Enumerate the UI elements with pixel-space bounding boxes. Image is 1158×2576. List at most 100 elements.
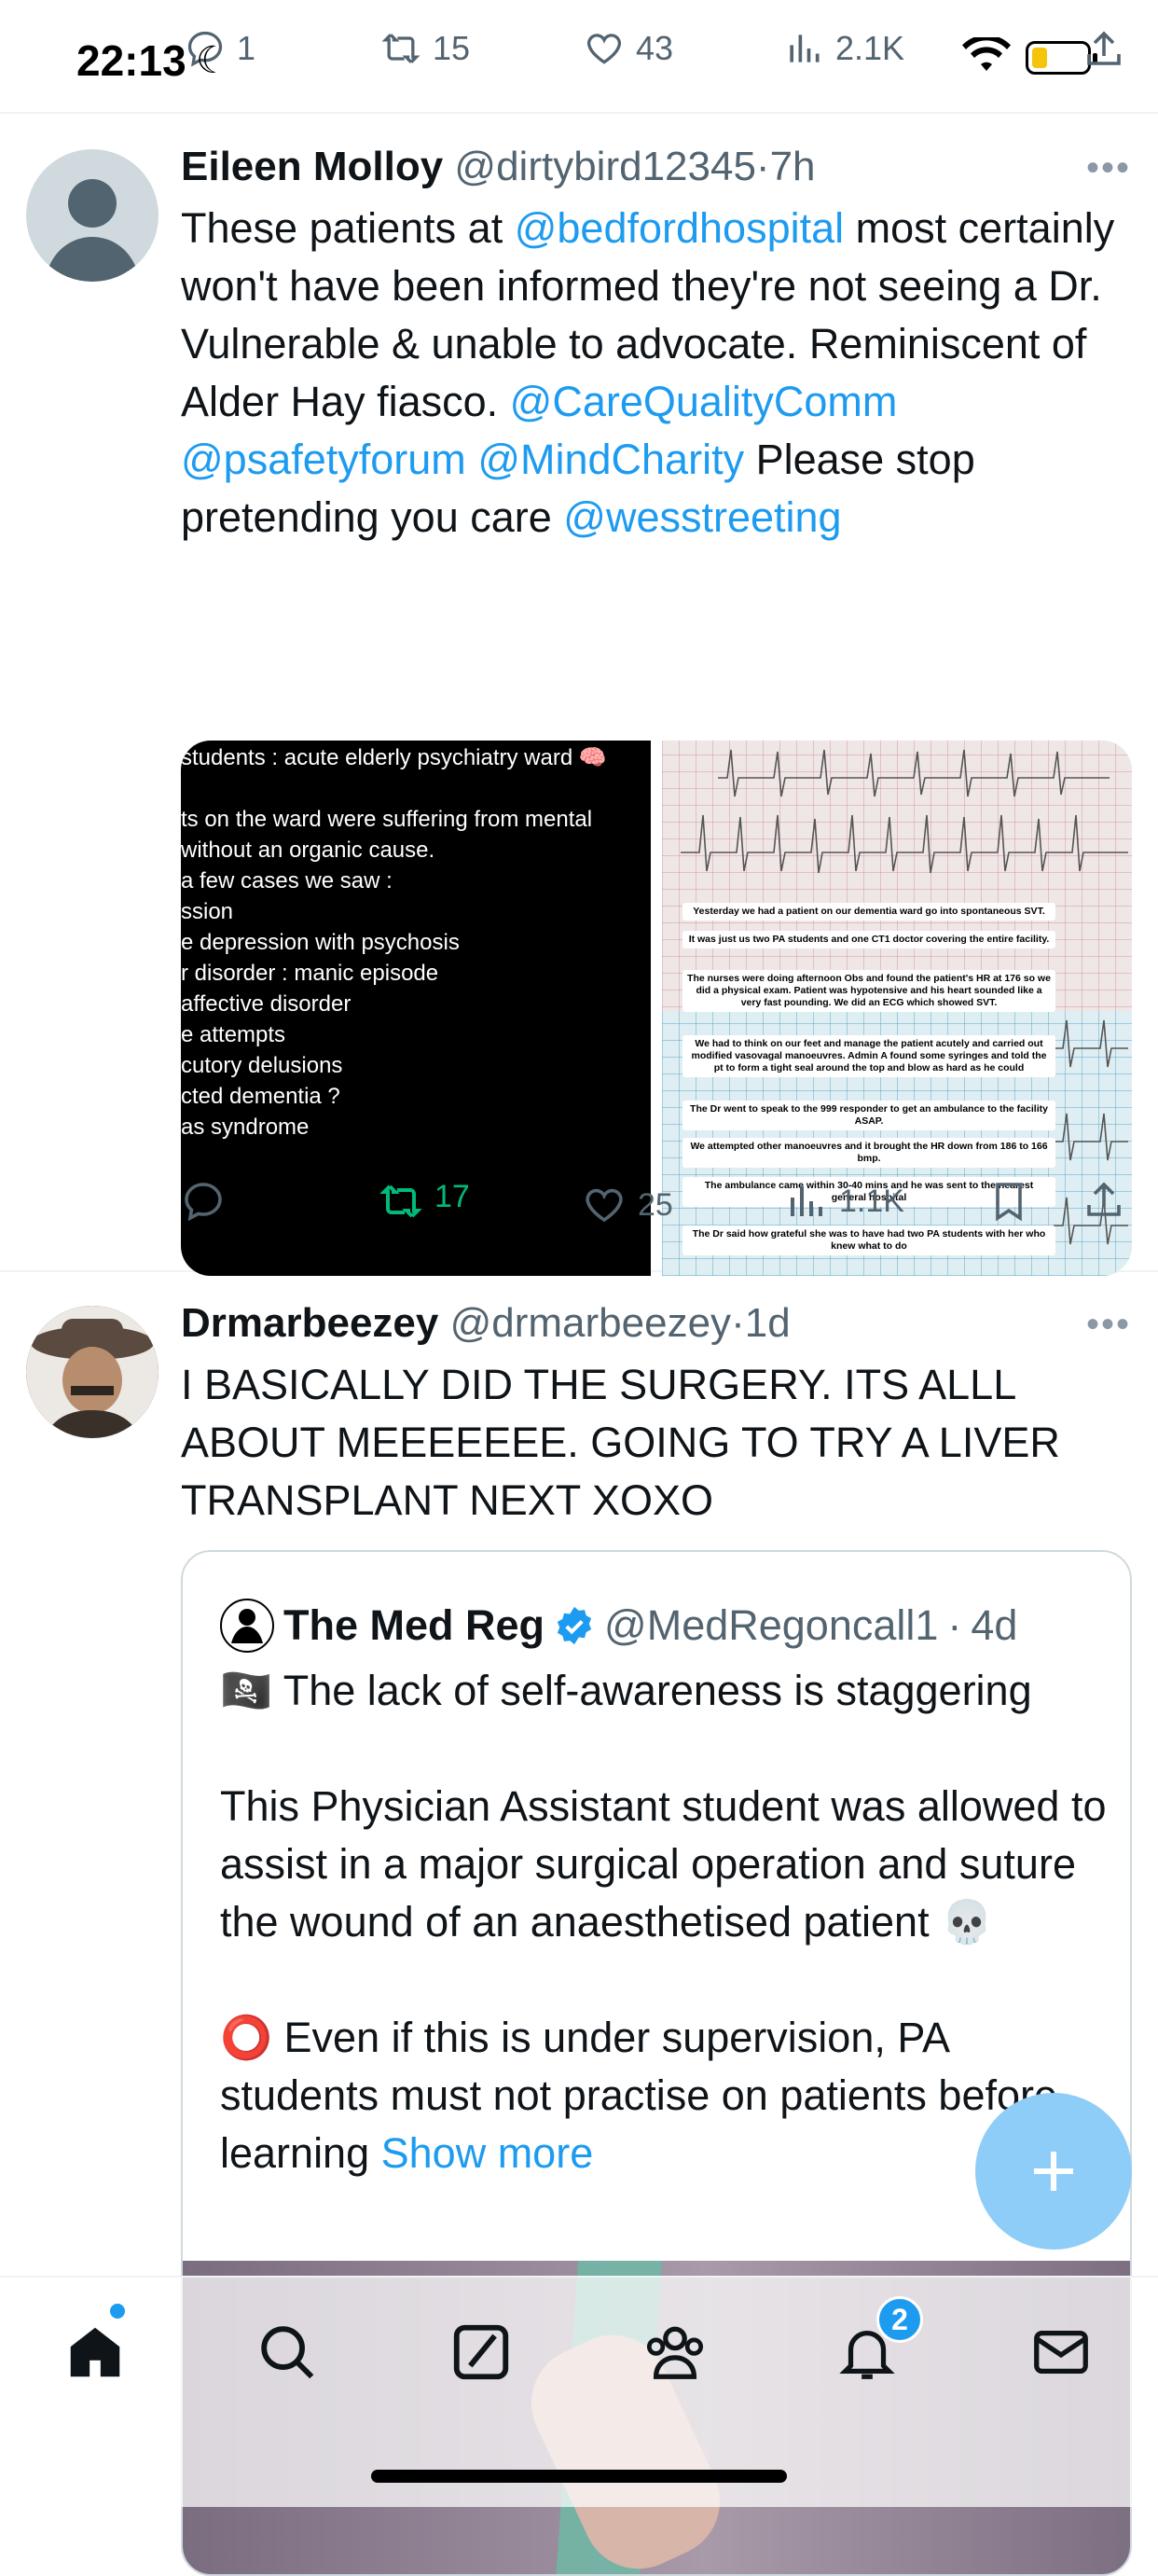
reply-icon: [185, 1183, 222, 1222]
default-avatar-icon: [45, 179, 140, 282]
prev-retweet-count: 15: [433, 29, 471, 67]
tab-messages[interactable]: [1024, 2315, 1098, 2389]
mention-link[interactable]: @bedfordhospital: [515, 204, 844, 252]
heart-icon: [586, 1188, 623, 1223]
prev-views-action[interactable]: 2.1K: [783, 28, 904, 69]
display-name[interactable]: Eileen Molloy: [181, 144, 443, 189]
image-text-line: without an organic cause.: [181, 838, 435, 863]
prev-views-count: 2.1K: [835, 29, 905, 67]
like-button[interactable]: 25: [582, 1183, 673, 1227]
prev-reply-count: 1: [237, 29, 256, 67]
quoted-display-name[interactable]: The Med Reg: [283, 1601, 545, 1650]
reply-button[interactable]: [181, 1179, 237, 1224]
views-icon: [791, 1186, 822, 1216]
share-icon: [1087, 1182, 1121, 1216]
share-button[interactable]: [1082, 1179, 1126, 1224]
quoted-tweet-header: The Med Reg @MedRegoncall1 · 4d: [220, 1599, 1017, 1653]
show-more-link[interactable]: Show more: [381, 2129, 594, 2177]
views-count: 1.1K: [839, 1183, 904, 1219]
tweet-time[interactable]: 7h: [770, 144, 816, 189]
tab-search[interactable]: [250, 2315, 324, 2389]
separator-dot: ·: [755, 144, 770, 189]
tab-grok[interactable]: [444, 2315, 518, 2389]
quoted-tweet-time[interactable]: 4d: [971, 1601, 1017, 1650]
retweet-count: 17: [434, 1178, 470, 1214]
image-text-line: ssion: [181, 899, 234, 924]
more-options-icon[interactable]: •••: [1086, 1304, 1131, 1346]
image-text-line: e attempts: [181, 1022, 286, 1047]
views-button[interactable]: 1.1K: [783, 1179, 904, 1224]
quoted-line-1: 🏴‍☠️ The lack of self-awareness is stagg…: [220, 1667, 1032, 1714]
prev-like-count: 43: [636, 29, 674, 67]
quoted-user-handle[interactable]: @MedRegoncall1: [604, 1601, 938, 1650]
share-icon[interactable]: [1082, 28, 1126, 73]
retweet-button[interactable]: 17: [379, 1170, 470, 1224]
grok-icon: [453, 2324, 509, 2380]
moon-icon: ☾: [196, 40, 229, 81]
separator-dot: ·: [731, 1300, 745, 1346]
mention-link[interactable]: @MindCharity: [477, 436, 744, 483]
tab-communities[interactable]: [638, 2315, 712, 2389]
status-time: 22:13: [76, 36, 186, 85]
compose-fab-button[interactable]: [975, 2093, 1132, 2250]
bookmark-button[interactable]: [986, 1179, 1031, 1224]
text-segment: These patients at: [181, 204, 515, 252]
tweet-text: I BASICALLY DID THE SURGERY. ITS ALLL AB…: [181, 1361, 1060, 1524]
quoted-line-2: This Physician Assistant student was all…: [220, 1782, 1107, 1946]
user-handle[interactable]: @drmarbeezey: [450, 1300, 731, 1346]
home-notification-dot: [110, 2304, 125, 2319]
image-caption: It was just us two PA students and one C…: [682, 931, 1055, 949]
communities-icon: [646, 2326, 704, 2379]
mention-link[interactable]: @wesstreeting: [563, 493, 841, 541]
quoted-line-3: ⭕ Even if this is under supervision, PA …: [220, 2014, 1058, 2177]
display-name[interactable]: Drmarbeezey: [181, 1300, 438, 1346]
image-caption: Yesterday we had a patient on our dement…: [682, 903, 1055, 921]
tweet-text: These patients at @bedfordhospital most …: [181, 200, 1141, 547]
user-handle[interactable]: @dirtybird12345: [454, 144, 756, 189]
image-text-line: a few cases we saw :: [181, 868, 393, 893]
tweet-header: Eileen Molloy @dirtybird12345·7h: [181, 144, 816, 190]
image-text-line: cted dementia ?: [181, 1084, 340, 1109]
status-bar: 1 22:13 ☾ 15 43 2.1K: [0, 0, 1158, 114]
bookmark-icon: [996, 1183, 1022, 1222]
home-indicator: [371, 2470, 787, 2483]
like-count: 25: [638, 1186, 673, 1223]
image-text-line: ts on the ward were suffering from menta…: [181, 807, 593, 832]
tweet-time[interactable]: 1d: [745, 1300, 791, 1346]
tweet-actions: 17 25 1.1K: [181, 1179, 1132, 1235]
quoted-tweet-text: 🏴‍☠️ The lack of self-awareness is stagg…: [220, 1662, 1115, 2182]
image-text-line: affective disorder: [181, 991, 352, 1017]
image-caption: The nurses were doing afternoon Obs and …: [682, 970, 1055, 1012]
quoted-avatar-icon[interactable]: [220, 1599, 274, 1653]
views-icon: [790, 35, 820, 62]
prev-retweet-action[interactable]: 15: [380, 28, 470, 69]
image-text-line: as syndrome: [181, 1115, 310, 1140]
more-options-icon[interactable]: •••: [1086, 147, 1131, 189]
plus-icon: [1034, 2152, 1073, 2191]
image-text-line: cutory delusions: [181, 1053, 343, 1078]
avatar[interactable]: [26, 149, 159, 282]
avatar[interactable]: [26, 1306, 159, 1438]
mention-link[interactable]: @psafetyforum: [181, 436, 466, 483]
retweet-icon: [381, 34, 420, 63]
mail-icon: [1034, 2330, 1088, 2375]
tweet-header: Drmarbeezey @drmarbeezey·1d: [181, 1300, 791, 1347]
image-text-line: e depression with psychosis: [181, 930, 460, 955]
tab-home[interactable]: [58, 2315, 132, 2389]
notifications-badge: 2: [876, 2296, 923, 2343]
search-icon: [261, 2326, 314, 2379]
verified-badge-icon: [557, 1606, 592, 1645]
home-icon: [70, 2327, 120, 2377]
image-caption: The Dr went to speak to the 999 responde…: [682, 1101, 1055, 1130]
wifi-icon: [962, 37, 1011, 71]
image-caption: We attempted other manoeuvres and it bro…: [682, 1138, 1055, 1168]
tweet-eileen-molloy[interactable]: Eileen Molloy @dirtybird12345·7h ••• The…: [0, 116, 1158, 1276]
mention-link[interactable]: @CareQualityComm: [510, 378, 898, 425]
retweet-icon: [379, 1184, 422, 1218]
heart-icon: [586, 34, 622, 64]
image-text-line: students : acute elderly psychiatry ward…: [181, 745, 607, 770]
cowboy-avatar-icon: [26, 1306, 159, 1438]
prev-like-action[interactable]: 43: [584, 28, 673, 69]
separator-dot: ·: [947, 1601, 962, 1649]
image-caption: We had to think on our feet and manage t…: [682, 1035, 1055, 1077]
